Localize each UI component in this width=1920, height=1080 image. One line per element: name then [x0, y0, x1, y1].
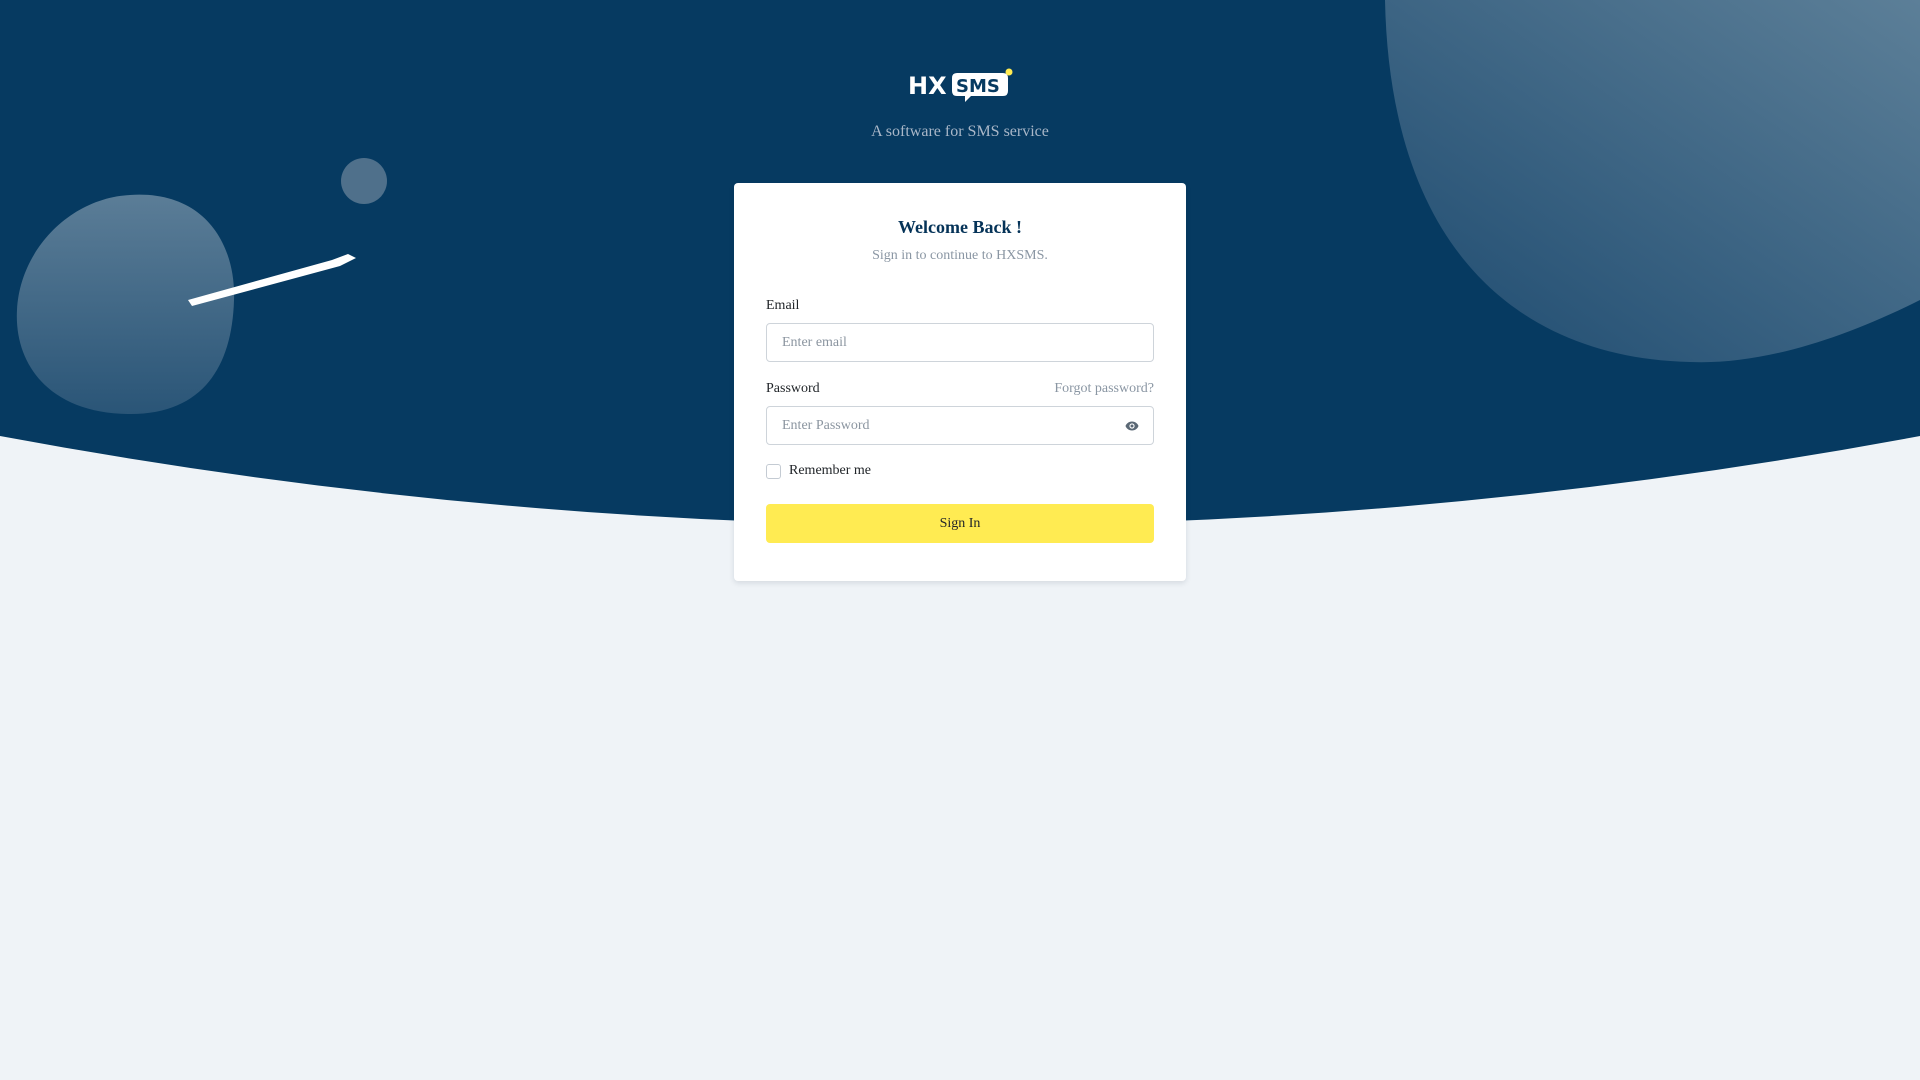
password-label-row: Password Forgot password? — [766, 381, 1154, 397]
remember-row: Remember me — [766, 463, 1154, 479]
remember-checkbox[interactable] — [766, 463, 781, 479]
password-input[interactable] — [766, 406, 1154, 445]
brand-header: HX SMS A software for SMS service — [0, 66, 1920, 141]
password-label: Password — [766, 381, 820, 396]
card-subtitle: Sign in to continue to HXSMS. — [872, 248, 1048, 263]
forgot-password-link[interactable]: Forgot password? — [1054, 381, 1154, 397]
email-label: Email — [766, 298, 800, 313]
logo-text-sms: SMS — [956, 76, 1000, 97]
login-card: Welcome Back ! Sign in to continue to HX… — [734, 183, 1186, 581]
email-input[interactable] — [766, 323, 1154, 362]
tagline: A software for SMS service — [871, 123, 1049, 140]
email-input-wrap — [766, 323, 1154, 362]
sign-in-button[interactable]: Sign In — [766, 504, 1154, 543]
small-dot — [341, 158, 387, 204]
card-title: Welcome Back ! — [898, 217, 1022, 237]
logo-text-hx: HX — [908, 72, 947, 100]
eye-icon[interactable] — [1120, 414, 1144, 438]
password-input-wrap — [766, 406, 1154, 445]
dot-icon — [1005, 68, 1013, 76]
remember-label[interactable]: Remember me — [789, 463, 871, 479]
logo: HX SMS — [908, 68, 1013, 102]
